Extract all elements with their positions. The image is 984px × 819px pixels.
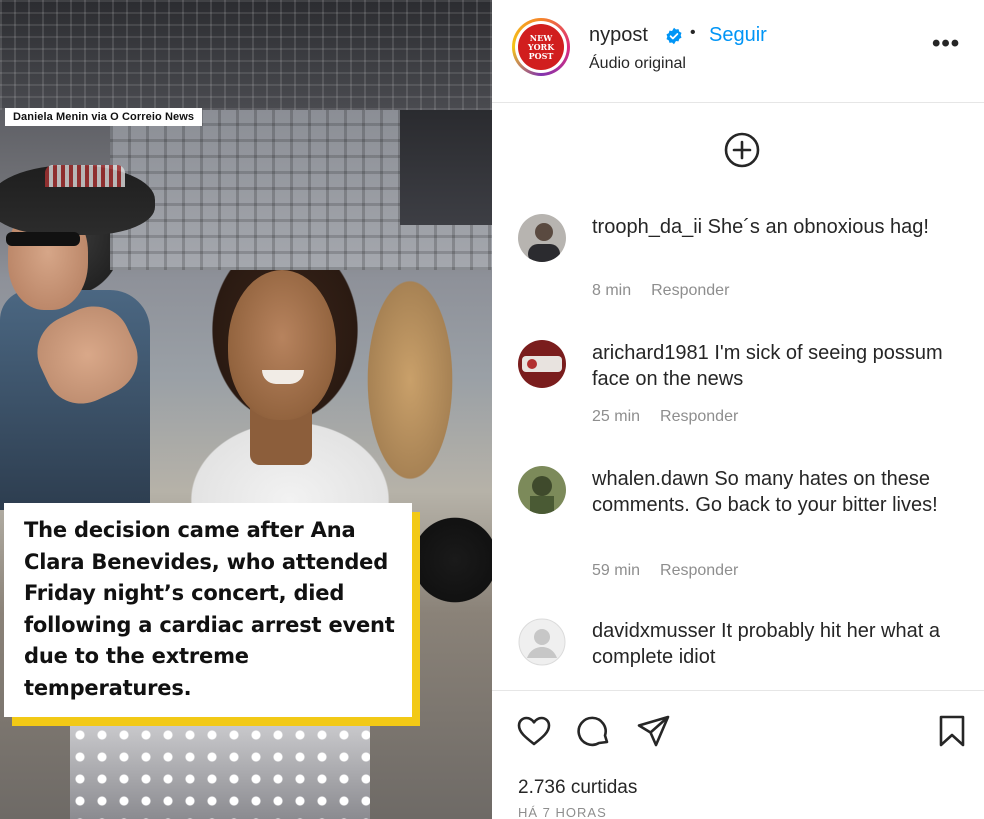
- comment-username[interactable]: trooph_da_ii: [592, 216, 702, 238]
- comment-text: She´s an obnoxious hag!: [707, 216, 929, 238]
- woman-face: [228, 270, 336, 420]
- header-separator: •: [690, 24, 696, 41]
- share-icon[interactable]: [636, 713, 672, 749]
- post-header: NEW YORK POST nypost • Seguir Áudio orig…: [492, 0, 984, 103]
- photo-credit: Daniela Menin via O Correio News: [5, 108, 203, 126]
- comment-avatar[interactable]: [518, 340, 566, 388]
- stage-screen-dark: [400, 110, 492, 225]
- comment-avatar[interactable]: [518, 618, 566, 666]
- profile-avatar[interactable]: NEW YORK POST: [512, 18, 570, 76]
- comment-username[interactable]: whalen.dawn: [592, 468, 709, 490]
- profile-username[interactable]: nypost: [589, 24, 648, 47]
- comment-time: 8 min: [592, 282, 632, 299]
- comment-time: 59 min: [592, 562, 641, 579]
- likes-count[interactable]: 2.736 curtidas: [518, 777, 637, 799]
- verified-icon: [666, 27, 682, 45]
- reply-button[interactable]: Responder: [660, 562, 738, 579]
- heart-icon[interactable]: [516, 713, 552, 749]
- sunglasses: [6, 232, 80, 246]
- post-time: HÁ 7 HORAS: [518, 805, 607, 819]
- comment-username[interactable]: arichard1981: [592, 342, 709, 364]
- audio-link[interactable]: Áudio original: [589, 55, 686, 73]
- stage-background: [0, 0, 492, 110]
- post-actions: 2.736 curtidas HÁ 7 HORAS: [492, 690, 984, 819]
- follow-button[interactable]: Seguir: [709, 24, 767, 47]
- comment-avatar[interactable]: [518, 214, 566, 262]
- reply-button[interactable]: Responder: [651, 282, 729, 299]
- more-icon[interactable]: •••: [932, 30, 960, 58]
- post-side-panel: NEW YORK POST nypost • Seguir Áudio orig…: [492, 0, 984, 819]
- nypost-logo: NEW YORK POST: [518, 24, 564, 70]
- plus-circle-icon[interactable]: [724, 132, 760, 168]
- sequin-outfit: [70, 725, 370, 819]
- bookmark-icon[interactable]: [934, 713, 970, 749]
- comment-icon[interactable]: [576, 713, 612, 749]
- comment-username[interactable]: davidxmusser: [592, 620, 715, 642]
- reply-button[interactable]: Responder: [660, 408, 738, 425]
- hat-band: [45, 165, 125, 187]
- post-media[interactable]: Daniela Menin via O Correio News The dec…: [0, 0, 492, 819]
- comment-avatar[interactable]: [518, 466, 566, 514]
- media-caption: The decision came after Ana Clara Benevi…: [4, 503, 412, 717]
- comment-time: 25 min: [592, 408, 641, 425]
